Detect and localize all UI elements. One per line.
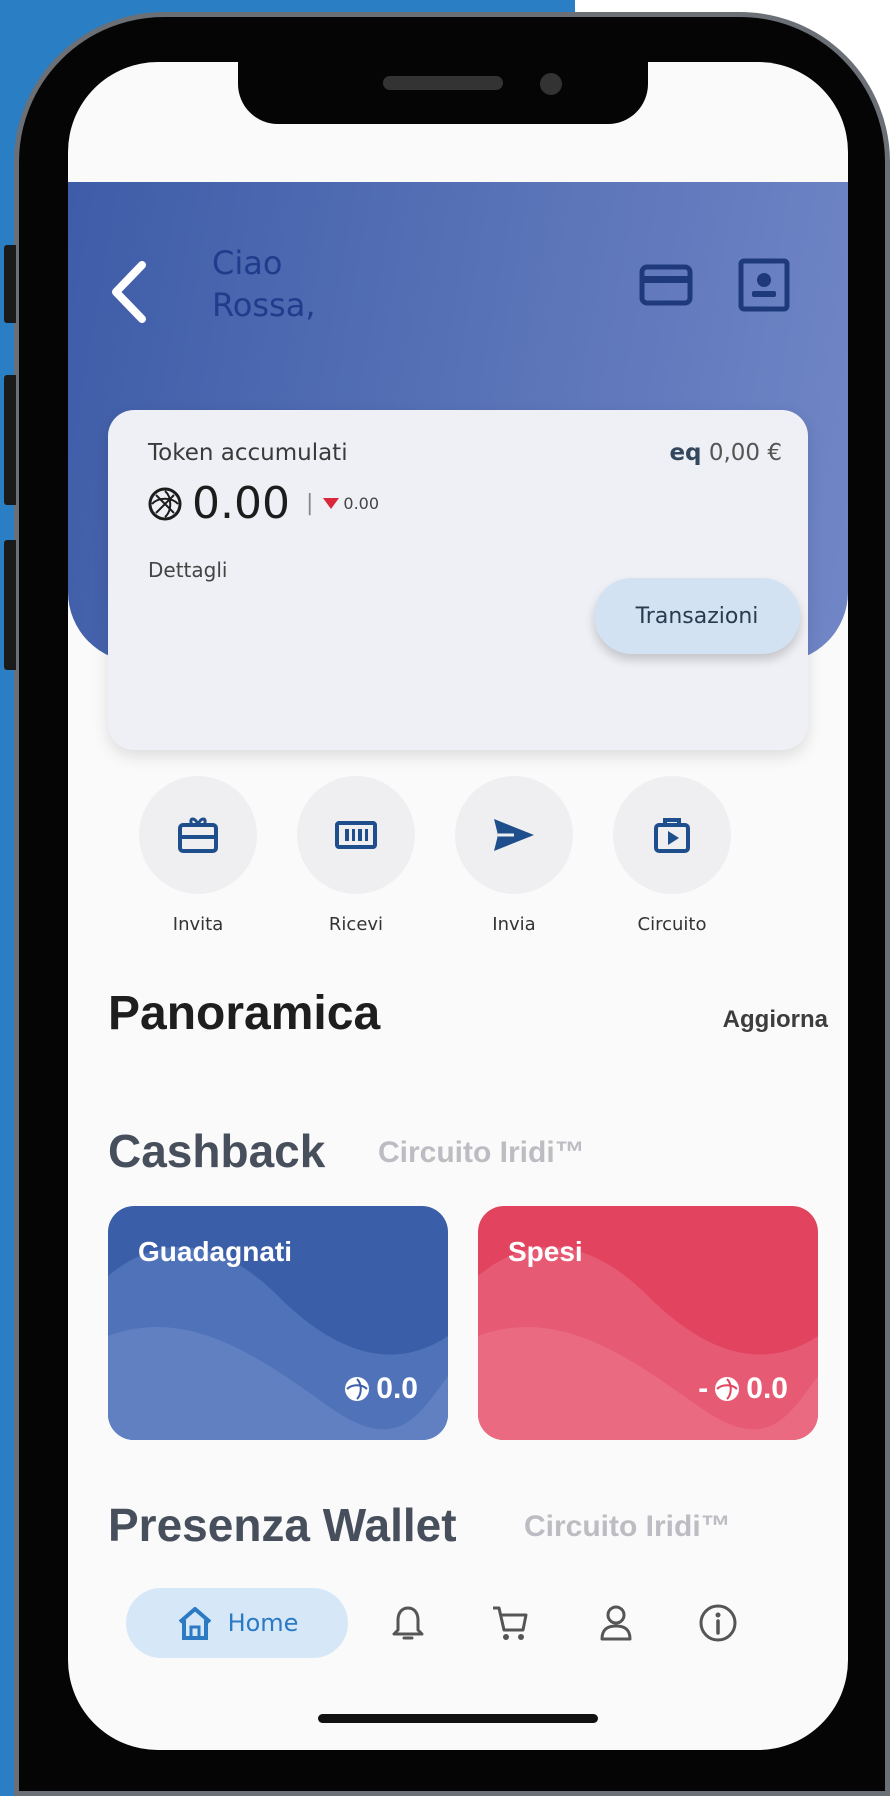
cashback-title: Cashback <box>108 1125 326 1177</box>
token-amount-row: 0.00 | 0.00 <box>148 478 379 529</box>
profile-card-button[interactable] <box>736 257 792 313</box>
send-circle <box>455 776 573 894</box>
home-indicator[interactable] <box>318 1714 598 1723</box>
spent-value-row: - 0.0 <box>698 1372 788 1406</box>
credit-card-icon <box>639 264 693 306</box>
token-amount: 0.00 <box>192 478 290 529</box>
receive-label: Ricevi <box>328 914 384 935</box>
spent-value: 0.0 <box>746 1372 788 1405</box>
invite-label: Invita <box>172 914 224 935</box>
separator: | <box>305 491 314 516</box>
info-icon <box>699 1604 737 1642</box>
earned-value-row: 0.0 <box>344 1372 418 1406</box>
circuit-label: Circuito <box>637 914 707 935</box>
side-button <box>4 245 16 323</box>
token-equivalent: eq 0,00 € <box>669 440 782 466</box>
eq-prefix: eq <box>669 440 702 466</box>
user-icon <box>600 1605 632 1641</box>
transactions-button[interactable]: Transazioni <box>594 578 800 654</box>
earned-label: Guadagnati <box>138 1236 293 1267</box>
bell-icon <box>392 1606 424 1640</box>
send-icon <box>494 819 534 851</box>
greeting-line-2: Rossa, <box>212 286 316 324</box>
spent-label: Spesi <box>508 1236 583 1267</box>
home-icon <box>178 1607 211 1640</box>
speaker <box>383 76 503 90</box>
nav-profile[interactable] <box>586 1588 646 1658</box>
token-coin-icon <box>148 487 182 520</box>
wallet-subtitle: Circuito Iridi™ <box>524 1510 731 1543</box>
chevron-left-icon <box>112 261 146 323</box>
spent-prefix: - <box>698 1372 709 1405</box>
id-card-icon <box>738 258 790 312</box>
eq-value: 0,00 € <box>708 440 782 466</box>
cashback-subtitle: Circuito Iridi™ <box>378 1136 585 1169</box>
gift-card-icon <box>178 817 218 853</box>
phone-screen: Ciao Rossa, Token accumulati eq 0,00 € 0… <box>68 62 848 1750</box>
nav-notifications[interactable] <box>378 1588 438 1658</box>
barcode-icon <box>335 821 377 849</box>
nav-home-label: Home <box>227 1609 299 1637</box>
trend-down-icon <box>323 497 340 509</box>
token-coin-icon <box>715 1377 740 1401</box>
token-change: 0.00 <box>343 494 380 513</box>
spent-card[interactable]: Spesi - 0.0 <box>478 1206 818 1440</box>
wallet-title: Presenza Wallet <box>108 1499 457 1551</box>
token-label: Token accumulati <box>148 440 348 466</box>
back-button[interactable] <box>104 257 156 327</box>
volume-up-button <box>4 375 16 505</box>
cart-icon <box>493 1606 528 1640</box>
volume-down-button <box>4 540 16 670</box>
nav-cart[interactable] <box>480 1588 540 1658</box>
token-card: Token accumulati eq 0,00 € 0.00 | 0.00 D… <box>108 410 808 750</box>
send-label: Invia <box>492 914 536 935</box>
nav-home[interactable]: Home <box>126 1588 348 1658</box>
earned-card[interactable]: Guadagnati 0.0 <box>108 1206 448 1440</box>
card-button[interactable] <box>638 257 694 313</box>
nav-info[interactable] <box>688 1588 748 1658</box>
play-bag-icon <box>654 818 690 853</box>
receive-circle <box>297 776 415 894</box>
refresh-link[interactable]: Aggiorna <box>723 1006 828 1034</box>
circuit-action[interactable]: Circuito <box>612 776 732 935</box>
invite-circle <box>139 776 257 894</box>
send-action[interactable]: Invia <box>454 776 574 935</box>
notch <box>238 62 648 124</box>
bottom-nav: Home <box>68 1582 848 1672</box>
circuit-circle <box>613 776 731 894</box>
details-link[interactable]: Dettagli <box>148 558 227 582</box>
token-coin-icon <box>345 1377 370 1401</box>
camera <box>540 73 562 95</box>
earned-value: 0.0 <box>376 1372 418 1405</box>
greeting-line-1: Ciao <box>212 244 283 282</box>
receive-action[interactable]: Ricevi <box>296 776 416 935</box>
greeting: Ciao Rossa, <box>212 242 316 326</box>
overview-title: Panoramica <box>108 987 381 1040</box>
invite-action[interactable]: Invita <box>138 776 258 935</box>
